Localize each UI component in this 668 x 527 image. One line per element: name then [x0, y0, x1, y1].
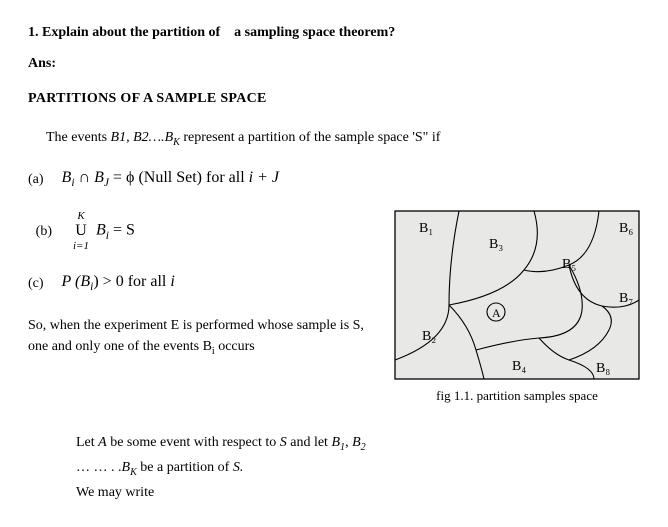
intro-sub: K	[173, 137, 180, 148]
fig-label-b5: B₅	[562, 257, 576, 272]
condition-c-letter: (c)	[28, 273, 44, 294]
let-l1-B2: B	[352, 435, 361, 450]
partition-figure: B₁ B₃ B₅ B₆ B₇ B₂ B₄ B₈ A	[394, 210, 640, 380]
let-l2-BKs: K	[130, 467, 137, 478]
let-line1: Let A be some event with respect to S an…	[76, 432, 640, 455]
let-l2-BK: B	[122, 460, 131, 475]
let-l2-dots: … … . .	[76, 460, 122, 475]
fig-label-b1: B₁	[419, 221, 433, 236]
answer-label: Ans:	[28, 53, 640, 74]
let-l1-B1: B	[331, 435, 340, 450]
let-l2-rest: be a partition of	[137, 460, 233, 475]
let-line2: … … . .BK be a partition of S.	[76, 457, 640, 480]
union-top: K	[73, 210, 89, 222]
let-l1-mid: be some event with respect to	[107, 435, 280, 450]
fig-label-b6: B₆	[619, 221, 633, 236]
let-l1-pre: Let	[76, 435, 98, 450]
intro-post: represent a partition of the sample spac…	[180, 130, 441, 145]
condition-c-body: P (Bi) > 0 for all i	[62, 270, 175, 296]
conclusion-line1: So, when the experiment E is performed w…	[28, 315, 386, 336]
intro-events: B1, B2….B	[111, 130, 174, 145]
condition-b-body: K U i=1 Bi = S	[70, 210, 135, 252]
fig-label-b3: B₃	[489, 237, 503, 252]
let-l1-S: S	[280, 435, 287, 450]
let-l1-andlet: and let	[287, 435, 332, 450]
fig-label-b2: B₂	[422, 329, 436, 344]
cond-a-b2: B	[94, 169, 104, 186]
condition-a-letter: (a)	[28, 169, 44, 190]
let-line3: We may write	[76, 482, 640, 503]
cond-a-tail: i + J	[249, 169, 279, 186]
fig-label-a: A	[492, 306, 501, 320]
question-title: 1. Explain about the partition of a sampl…	[28, 22, 640, 43]
condition-b: (b) K U i=1 Bi = S	[28, 210, 386, 252]
cond-b-eq: = S	[109, 222, 135, 239]
cond-a-cap: ∩	[75, 169, 95, 186]
union-bot: i=1	[73, 240, 89, 252]
union-symbol: K U i=1	[73, 210, 89, 252]
let-l1-comma: ,	[345, 435, 352, 450]
condition-a: (a) Bi ∩ BJ = ϕ (Null Set) for all i + J	[28, 166, 640, 192]
cond-b-rhs: B	[96, 222, 106, 239]
cond-c-tail: i	[170, 273, 174, 290]
let-l1-B2s: 2	[361, 442, 366, 453]
cond-a-eq: = ϕ (Null Set) for all	[109, 169, 249, 186]
intro-line: The events B1, B2….BK represent a partit…	[46, 127, 640, 150]
concl-l2-pre: one and only one of the events B	[28, 339, 212, 354]
conclusion-line2: one and only one of the events Bi occurs	[28, 336, 386, 359]
let-block: Let A be some event with respect to S an…	[76, 432, 640, 503]
intro-pre: The events	[46, 130, 111, 145]
fig-label-b8: B₈	[596, 361, 610, 376]
cond-c-pre: P (B	[62, 273, 91, 290]
cond-c-mid: ) > 0 for all	[93, 273, 170, 290]
cond-a-b1: B	[62, 169, 72, 186]
conclusion-para: So, when the experiment E is performed w…	[28, 315, 386, 359]
section-heading: PARTITIONS OF A SAMPLE SPACE	[28, 88, 640, 109]
question-title-prefix: 1. Explain about the partition of	[28, 25, 220, 40]
condition-c: (c) P (Bi) > 0 for all i	[28, 270, 386, 296]
fig-label-b7: B₇	[619, 291, 633, 306]
union-mid: U	[73, 222, 89, 240]
fig-label-b4: B₄	[512, 359, 526, 374]
question-title-suffix: a sampling space theorem?	[234, 25, 395, 40]
figure-caption: fig 1.1. partition samples space	[394, 386, 640, 406]
concl-l2-post: occurs	[215, 339, 255, 354]
let-l2-S: S.	[233, 460, 244, 475]
condition-a-body: Bi ∩ BJ = ϕ (Null Set) for all i + J	[62, 166, 279, 192]
condition-b-letter: (b)	[28, 221, 52, 242]
let-l1-A: A	[98, 435, 107, 450]
